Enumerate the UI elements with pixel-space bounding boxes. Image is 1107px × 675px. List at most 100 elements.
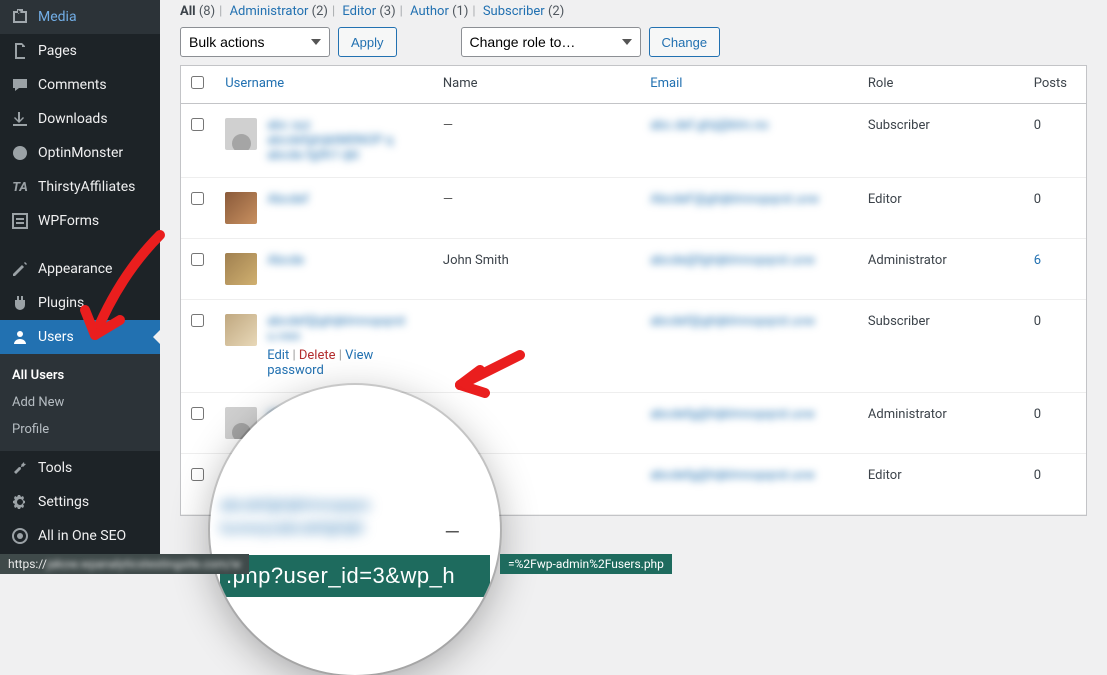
delete-link[interactable]: Delete (299, 348, 336, 363)
username-link[interactable]: Abcdef (267, 192, 308, 207)
sidebar-item-label: Tools (38, 460, 72, 476)
sidebar-item-label: Downloads (38, 111, 108, 127)
select-all-checkbox[interactable] (191, 76, 204, 89)
sidebar-item-optinmonster[interactable]: OptinMonster (0, 136, 160, 170)
sidebar-item-wpforms[interactable]: WPForms (0, 204, 160, 238)
table-row: abc xyzabcdefghijklM0NOP qabcde.fg0h1-ij… (181, 104, 1086, 178)
username-link[interactable]: abcdefghijklM0NOP q (267, 133, 393, 148)
bulk-actions-select[interactable]: Bulk actions (180, 27, 330, 57)
edit-link[interactable]: Edit (267, 348, 289, 363)
media-icon (10, 7, 30, 27)
sidebar-item-aioseo[interactable]: All in One SEO (0, 519, 160, 553)
username-link[interactable]: abcde.fg0h1-ijkl (267, 148, 393, 163)
sidebar-item-users[interactable]: Users (0, 320, 160, 354)
filter-all[interactable]: All (180, 4, 196, 19)
filter-editor[interactable]: Editor (342, 4, 376, 19)
tools-icon (10, 458, 30, 478)
username-link[interactable]: abc xyz (267, 118, 393, 133)
filter-subscriber[interactable]: Subscriber (483, 4, 545, 19)
plugins-icon (10, 293, 30, 313)
posts-link[interactable]: 6 (1034, 253, 1041, 268)
filter-admin-count: (2) (312, 4, 328, 19)
col-email[interactable]: Email (650, 76, 682, 91)
filter-author[interactable]: Author (410, 4, 449, 19)
sidebar-item-pages[interactable]: Pages (0, 34, 160, 68)
sidebar-item-label: Comments (38, 77, 107, 93)
admin-sidebar: Media Pages Comments Downloads OptinMons… (0, 0, 160, 574)
name-value: — (443, 118, 453, 133)
role-value: Editor (858, 178, 1024, 239)
name-value (433, 300, 640, 393)
sidebar-item-label: ThirstyAffiliates (38, 179, 135, 195)
change-role-select[interactable]: Change role to… (461, 27, 641, 57)
role-value: Editor (858, 454, 1024, 515)
email-link[interactable]: AbcdeF@ghijklmnopqrst.uvw (650, 192, 819, 207)
submenu-add-new[interactable]: Add New (0, 389, 160, 416)
row-checkbox[interactable] (191, 118, 204, 131)
sidebar-item-settings[interactable]: Settings (0, 485, 160, 519)
row-checkbox[interactable] (191, 468, 204, 481)
apply-button[interactable]: Apply (338, 27, 397, 57)
sidebar-item-downloads[interactable]: Downloads (0, 102, 160, 136)
magnifier-annotation: abcdefghijklmnopqrs tuvwxyzabcdefghijkl … (210, 385, 500, 675)
row-checkbox[interactable] (191, 314, 204, 327)
email-link[interactable]: abcde@fghijklmnopqrst.uvw (650, 253, 815, 268)
downloads-icon (10, 109, 30, 129)
sidebar-item-plugins[interactable]: Plugins (0, 286, 160, 320)
change-button[interactable]: Change (649, 27, 721, 57)
row-checkbox[interactable] (191, 192, 204, 205)
username-link[interactable]: Abcde (267, 253, 304, 268)
appearance-icon (10, 259, 30, 279)
ta-icon: TA (10, 177, 30, 197)
pages-icon (10, 41, 30, 61)
sidebar-item-appearance[interactable]: Appearance (0, 252, 160, 286)
sidebar-item-label: Media (38, 9, 77, 25)
row-checkbox[interactable] (191, 407, 204, 420)
name-value: — (443, 192, 453, 207)
submenu-profile[interactable]: Profile (0, 416, 160, 443)
email-link[interactable]: abcdef@ghijklmnopqrst.uvw (650, 314, 815, 329)
role-value: Administrator (858, 393, 1024, 454)
col-username[interactable]: Username (225, 76, 284, 91)
avatar (225, 253, 257, 285)
col-posts: Posts (1024, 66, 1086, 104)
table-row[interactable]: abcdef@ghijklmnopqrstu.vwx Edit | Delete… (181, 300, 1086, 393)
actions-row: Bulk actions Apply Change role to… Chang… (180, 27, 1087, 57)
sidebar-item-label: Appearance (38, 261, 112, 277)
table-row: Abcdef — AbcdeF@ghijklmnopqrst.uvw Edito… (181, 178, 1086, 239)
table-row: Abcde John Smith abcde@fghijklmnopqrst.u… (181, 239, 1086, 300)
view-link[interactable]: View (345, 348, 373, 363)
status-bar-url: https://jakow.wpanalyticstestingsite.com… (0, 554, 249, 574)
avatar (225, 192, 257, 224)
magnifier-url: .php?user_id=3&wp_h (220, 555, 490, 597)
sidebar-item-label: Plugins (38, 295, 84, 311)
aioseo-icon (10, 526, 30, 546)
row-checkbox[interactable] (191, 253, 204, 266)
posts-value: 0 (1024, 393, 1086, 454)
username-link[interactable]: abcdef@ghijklmnopqrst (267, 314, 405, 329)
wpforms-icon (10, 211, 30, 231)
filter-administrator[interactable]: Administrator (230, 4, 309, 19)
sidebar-item-comments[interactable]: Comments (0, 68, 160, 102)
optinmonster-icon (10, 143, 30, 163)
sidebar-submenu: All Users Add New Profile (0, 354, 160, 451)
sidebar-item-tools[interactable]: Tools (0, 451, 160, 485)
posts-value: 0 (1024, 104, 1086, 178)
sidebar-item-label: All in One SEO (38, 528, 126, 544)
col-role: Role (858, 66, 1024, 104)
comments-icon (10, 75, 30, 95)
filter-author-count: (1) (452, 4, 468, 19)
password-link[interactable]: password (267, 363, 324, 378)
email-link[interactable]: abc.def.ghij@klm.no (650, 118, 768, 133)
settings-icon (10, 492, 30, 512)
sidebar-item-thirstyaffiliates[interactable]: TA ThirstyAffiliates (0, 170, 160, 204)
role-value: Subscriber (858, 104, 1024, 178)
sidebar-item-media[interactable]: Media (0, 0, 160, 34)
email-link[interactable]: abcdefg@hijklmnopqrst.uvw (650, 407, 815, 422)
email-link[interactable]: abcdefg@hijklmnopqrst.uvw (650, 468, 815, 483)
username-link[interactable]: u.vwx (267, 329, 405, 344)
sidebar-item-label: OptinMonster (38, 145, 123, 161)
submenu-all-users[interactable]: All Users (0, 362, 160, 389)
users-icon (10, 327, 30, 347)
row-actions: Edit | Delete | View password (267, 348, 405, 378)
